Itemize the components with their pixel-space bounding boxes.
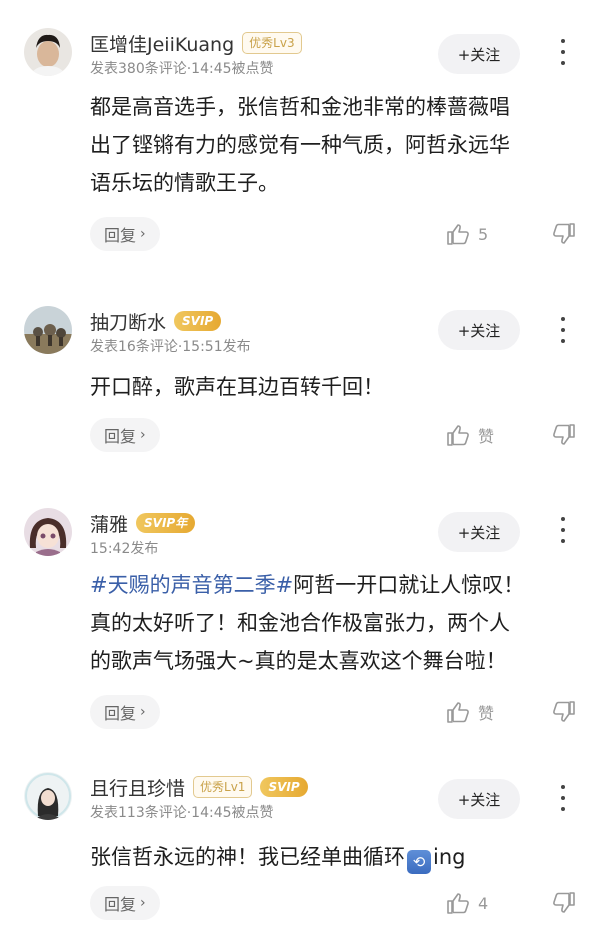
svip-badge: SVIP年: [136, 513, 196, 533]
like-button[interactable]: 5: [446, 219, 488, 249]
comment-item: 蒲雅 SVIP年 15:42发布 +关注 #天赐的声音第二季#阿哲一开口就让人惊…: [0, 462, 600, 740]
dislike-button[interactable]: [552, 420, 576, 450]
comment-meta: 发表16条评论·15:51发布: [90, 339, 251, 355]
more-options-icon[interactable]: [555, 514, 571, 546]
dislike-button[interactable]: [552, 888, 576, 918]
comment-line: 张信哲永远的神！我已经单曲循环 ⟲ ing: [90, 838, 580, 876]
comment-item: 匡增佳JeiiKuang 优秀Lv3 发表380条评论·14:45被点赞 +关注…: [0, 0, 600, 262]
thumb-down-icon: [553, 424, 575, 445]
comment-line-text: 阿哲一开口就让人惊叹！: [293, 573, 525, 597]
comment-line-suffix: ing: [433, 845, 466, 869]
reply-button[interactable]: 回复 ›: [90, 418, 160, 452]
user-header: 匡增佳JeiiKuang 优秀Lv3: [90, 30, 302, 56]
reply-label: 回复: [104, 704, 137, 723]
repeat-icon: ⟲: [407, 850, 431, 874]
like-count: 4: [478, 893, 489, 913]
like-button[interactable]: 赞: [446, 420, 494, 450]
like-button[interactable]: 4: [446, 888, 488, 918]
svip-badge: SVIP: [174, 311, 222, 331]
comment-line: 开口醉，歌声在耳边百转千回！: [90, 375, 384, 399]
comment-line: 的歌声气场强大~真的是太喜欢这个舞台啦！: [90, 649, 507, 673]
comment-line: #天赐的声音第二季#阿哲一开口就让人惊叹！: [90, 566, 580, 604]
comment-item: 且行且珍惜 优秀Lv1 SVIP 发表113条评论·14:45被点赞 +关注 张…: [0, 740, 600, 946]
follow-label: +关注: [457, 523, 501, 542]
chevron-right-icon: ›: [140, 427, 146, 443]
avatar[interactable]: [24, 306, 72, 354]
comment-text: 张信哲永远的神！我已经单曲循环 ⟲ ing: [90, 838, 580, 876]
reply-button[interactable]: 回复 ›: [90, 886, 160, 920]
thumb-down-icon: [553, 892, 575, 913]
avatar[interactable]: [24, 508, 72, 556]
comment-line-text: 张信哲永远的神！我已经单曲循环: [90, 845, 405, 869]
level-badge: 优秀Lv1: [193, 776, 253, 798]
like-button[interactable]: 赞: [446, 697, 494, 727]
user-header: 蒲雅 SVIP年: [90, 510, 196, 537]
comment-line: 语乐坛的情歌王子。: [90, 171, 279, 195]
user-header: 且行且珍惜 优秀Lv1 SVIP: [90, 774, 308, 800]
thumb-up-icon: [447, 893, 469, 914]
avatar[interactable]: [24, 772, 72, 820]
follow-label: +关注: [457, 45, 501, 64]
comment-item: 抽刀断水 SVIP 发表16条评论·15:51发布 +关注 开口醉，歌声在耳边百…: [0, 262, 600, 462]
dislike-button[interactable]: [552, 697, 576, 727]
thumb-up-icon: [447, 702, 469, 723]
more-options-icon[interactable]: [555, 314, 571, 346]
follow-button[interactable]: +关注: [438, 779, 520, 819]
follow-button[interactable]: +关注: [438, 512, 520, 552]
comment-text: 都是高音选手，张信哲和金池非常的棒蔷薇唱 出了铿锵有力的感觉有一种气质，阿哲永远…: [90, 88, 580, 202]
username[interactable]: 且行且珍惜: [90, 774, 185, 801]
chevron-right-icon: ›: [140, 704, 146, 720]
topic-tag-link[interactable]: #天赐的声音第二季#: [90, 573, 293, 597]
chevron-right-icon: ›: [140, 226, 146, 242]
svip-badge: SVIP: [260, 777, 308, 797]
level-badge: 优秀Lv3: [242, 32, 302, 54]
comment-text: #天赐的声音第二季#阿哲一开口就让人惊叹！ 真的太好听了！和金池合作极富张力，两…: [90, 566, 580, 680]
comment-line: 真的太好听了！和金池合作极富张力，两个人: [90, 611, 510, 635]
thumb-up-icon: [447, 425, 469, 446]
reply-label: 回复: [104, 427, 137, 446]
reply-label: 回复: [104, 226, 137, 245]
like-count: 赞: [478, 704, 495, 723]
like-count: 5: [478, 224, 489, 244]
follow-label: +关注: [457, 321, 501, 340]
comment-line: 出了铿锵有力的感觉有一种气质，阿哲永远华: [90, 133, 510, 157]
comment-meta: 15:42发布: [90, 541, 159, 557]
dislike-button[interactable]: [552, 219, 576, 249]
reply-label: 回复: [104, 895, 137, 914]
thumb-down-icon: [553, 223, 575, 244]
more-options-icon[interactable]: [555, 782, 571, 814]
chevron-right-icon: ›: [140, 895, 146, 911]
comment-meta: 发表380条评论·14:45被点赞: [90, 61, 274, 77]
avatar[interactable]: [24, 28, 72, 76]
username[interactable]: 蒲雅: [90, 510, 128, 537]
comment-text: 开口醉，歌声在耳边百转千回！: [90, 368, 580, 406]
reply-button[interactable]: 回复 ›: [90, 217, 160, 251]
username[interactable]: 匡增佳JeiiKuang: [90, 30, 234, 57]
like-count: 赞: [478, 427, 495, 446]
follow-label: +关注: [457, 790, 501, 809]
follow-button[interactable]: +关注: [438, 310, 520, 350]
user-header: 抽刀断水 SVIP: [90, 308, 222, 335]
thumb-up-icon: [447, 224, 469, 245]
username[interactable]: 抽刀断水: [90, 308, 166, 335]
thumb-down-icon: [553, 701, 575, 722]
reply-button[interactable]: 回复 ›: [90, 695, 160, 729]
more-options-icon[interactable]: [555, 36, 571, 68]
comment-line: 都是高音选手，张信哲和金池非常的棒蔷薇唱: [90, 95, 510, 119]
follow-button[interactable]: +关注: [438, 34, 520, 74]
comment-meta: 发表113条评论·14:45被点赞: [90, 805, 274, 821]
